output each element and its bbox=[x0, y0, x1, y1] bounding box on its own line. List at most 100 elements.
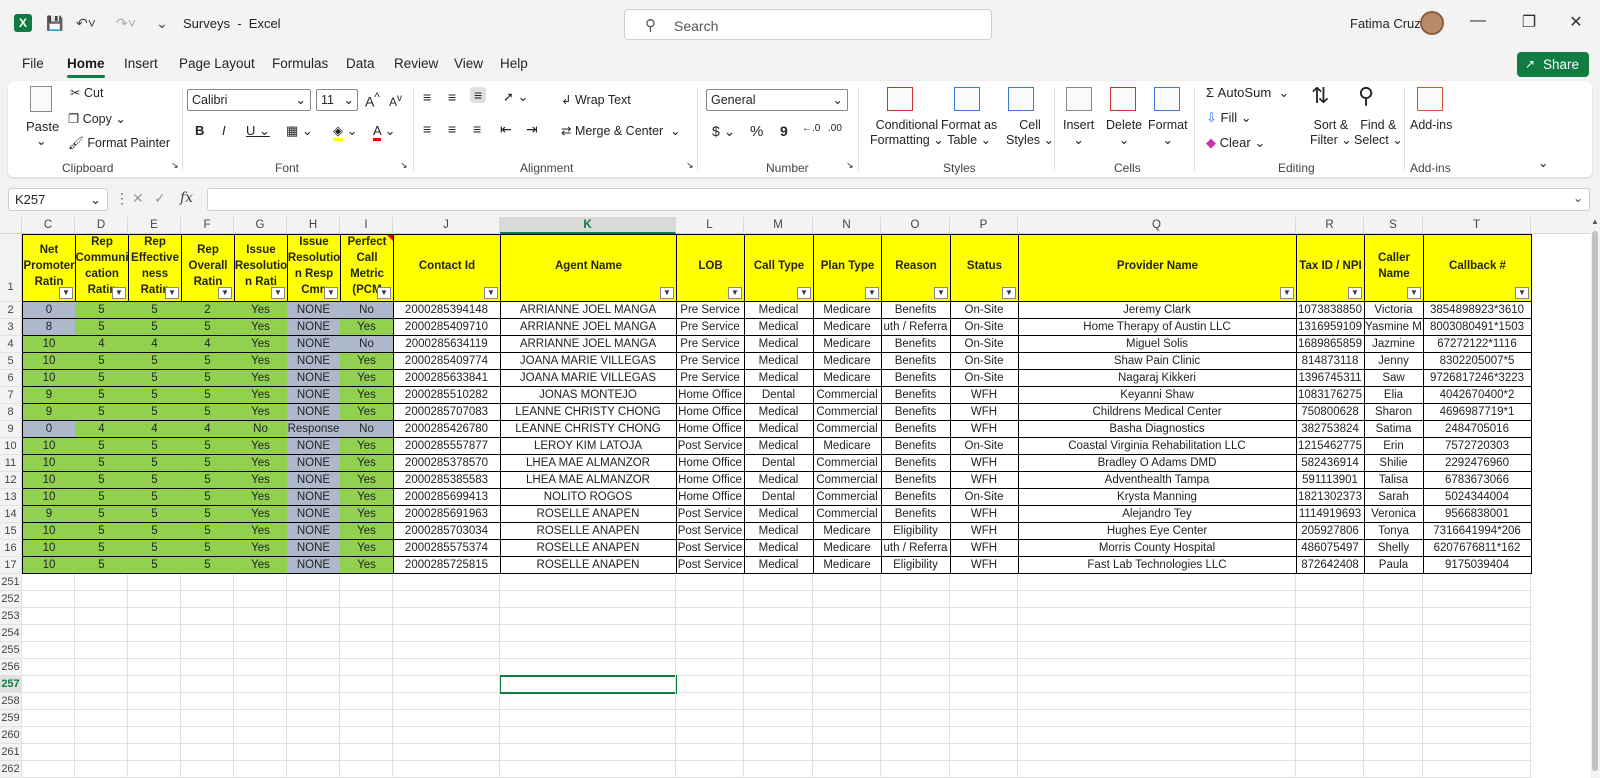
decrease-font-icon[interactable]: Av bbox=[389, 93, 402, 109]
table-cell[interactable]: 1396745311 bbox=[1296, 370, 1365, 387]
table-cell[interactable]: 10 bbox=[22, 540, 76, 557]
table-cell[interactable]: 5 bbox=[181, 319, 235, 336]
table-cell[interactable]: Home Office bbox=[676, 421, 745, 438]
table-cell[interactable]: 4 bbox=[128, 421, 182, 438]
table-cell[interactable]: 4042670400*2 bbox=[1423, 387, 1532, 404]
table-cell[interactable]: WFH bbox=[950, 404, 1019, 421]
row-header[interactable]: 1 bbox=[0, 234, 22, 302]
table-cell[interactable]: Paula bbox=[1364, 557, 1424, 574]
table-cell[interactable]: Yes bbox=[340, 472, 394, 489]
number-format-select[interactable]: General ⌄ bbox=[706, 89, 848, 111]
table-cell[interactable]: 2000285725815 bbox=[393, 557, 501, 574]
table-cell[interactable]: Yes bbox=[340, 387, 394, 404]
filter-dropdown-icon[interactable]: ▼ bbox=[1002, 287, 1016, 299]
table-cell[interactable]: NONE bbox=[287, 353, 341, 370]
table-cell[interactable]: Home Office bbox=[676, 404, 745, 421]
table-cell[interactable]: 2000285703034 bbox=[393, 523, 501, 540]
table-cell[interactable]: Medicare bbox=[813, 557, 882, 574]
table-cell[interactable]: 10 bbox=[22, 438, 76, 455]
row-header[interactable]: 253 bbox=[0, 608, 22, 625]
empty-row[interactable] bbox=[22, 693, 1532, 710]
table-cell[interactable]: Tonya bbox=[1364, 523, 1424, 540]
increase-font-icon[interactable]: A^ bbox=[365, 91, 380, 110]
autosum-button[interactable]: Σ AutoSum ⌄ bbox=[1206, 85, 1289, 101]
row-header[interactable]: 17 bbox=[0, 557, 22, 574]
table-cell[interactable]: Home Office bbox=[676, 472, 745, 489]
undo-icon[interactable]: ↶˅ bbox=[76, 13, 96, 33]
table-cell[interactable]: 0 bbox=[22, 302, 76, 319]
table-cell[interactable]: 5 bbox=[75, 489, 129, 506]
table-cell[interactable]: No bbox=[234, 421, 288, 438]
table-cell[interactable]: 3854898923*3610 bbox=[1423, 302, 1532, 319]
table-cell[interactable]: LHEA MAE ALMANZOR bbox=[500, 472, 677, 489]
table-cell[interactable]: 382753824 bbox=[1296, 421, 1365, 438]
table-cell[interactable]: Yes bbox=[234, 319, 288, 336]
column-header-d[interactable]: D bbox=[75, 217, 128, 234]
table-cell[interactable]: Yes bbox=[234, 438, 288, 455]
table-cell[interactable]: Benefits bbox=[881, 506, 951, 523]
filter-dropdown-icon[interactable]: ▼ bbox=[377, 287, 391, 299]
table-cell[interactable]: 9566838001 bbox=[1423, 506, 1532, 523]
column-header-e[interactable]: E bbox=[128, 217, 181, 234]
table-cell[interactable]: Medicare bbox=[813, 370, 882, 387]
table-cell[interactable]: Hughes Eye Center bbox=[1018, 523, 1297, 540]
table-cell[interactable]: 5 bbox=[181, 438, 235, 455]
table-cell[interactable]: On-Site bbox=[950, 319, 1019, 336]
table-cell[interactable]: Fast Lab Technologies LLC bbox=[1018, 557, 1297, 574]
table-cell[interactable]: Medical bbox=[744, 557, 814, 574]
paste-button[interactable]: Paste bbox=[26, 119, 59, 134]
table-cell[interactable]: Jenny bbox=[1364, 353, 1424, 370]
table-cell[interactable]: On-Site bbox=[950, 489, 1019, 506]
fill-color-icon[interactable]: ◈ ⌄ bbox=[333, 123, 358, 141]
table-cell[interactable]: 2484705016 bbox=[1423, 421, 1532, 438]
table-cell[interactable]: 9726817246*3223 bbox=[1423, 370, 1532, 387]
table-cell[interactable]: No bbox=[340, 421, 394, 438]
fill-button[interactable]: ⇩ Fill ⌄ bbox=[1206, 110, 1252, 126]
table-cell[interactable]: NONE bbox=[287, 387, 341, 404]
delete-cells-button[interactable]: Delete ⌄ bbox=[1106, 118, 1142, 148]
table-cell[interactable]: 2000285633841 bbox=[393, 370, 501, 387]
table-cell[interactable]: 1689865859 bbox=[1296, 336, 1365, 353]
table-cell[interactable]: 10 bbox=[22, 455, 76, 472]
alignment-launcher-icon[interactable]: ↘ bbox=[686, 160, 694, 171]
table-cell[interactable]: Commercial bbox=[813, 387, 882, 404]
table-cell[interactable]: 6783673066 bbox=[1423, 472, 1532, 489]
table-cell[interactable]: NONE bbox=[287, 523, 341, 540]
table-cell[interactable]: 5 bbox=[75, 370, 129, 387]
column-header-o[interactable]: O bbox=[881, 217, 950, 234]
empty-row[interactable] bbox=[22, 608, 1532, 625]
tab-home[interactable]: Home bbox=[67, 56, 105, 78]
close-icon[interactable]: ✕ bbox=[1564, 12, 1588, 32]
table-cell[interactable]: 5024344004 bbox=[1423, 489, 1532, 506]
insert-cells-button[interactable]: Insert ⌄ bbox=[1063, 118, 1094, 148]
table-cell[interactable]: ROSELLE ANAPEN bbox=[500, 523, 677, 540]
filter-dropdown-icon[interactable]: ▼ bbox=[728, 287, 742, 299]
filter-dropdown-icon[interactable]: ▼ bbox=[660, 287, 674, 299]
table-cell[interactable]: Yes bbox=[234, 540, 288, 557]
add-ins-button[interactable]: Add-ins bbox=[1410, 118, 1452, 132]
table-cell[interactable]: 2000285394148 bbox=[393, 302, 501, 319]
table-cell[interactable]: Medical bbox=[744, 438, 814, 455]
table-cell[interactable]: WFH bbox=[950, 387, 1019, 404]
column-header-j[interactable]: J bbox=[393, 217, 500, 234]
table-cell[interactable]: NONE bbox=[287, 438, 341, 455]
table-cell[interactable]: On-Site bbox=[950, 302, 1019, 319]
row-header[interactable]: 252 bbox=[0, 591, 22, 608]
table-cell[interactable]: 872642408 bbox=[1296, 557, 1365, 574]
row-header[interactable]: 8 bbox=[0, 404, 22, 421]
table-cell[interactable]: 7572720303 bbox=[1423, 438, 1532, 455]
cut-button[interactable]: ✂ Cut bbox=[70, 85, 103, 100]
column-header-l[interactable]: L bbox=[676, 217, 744, 234]
table-cell[interactable]: 2000285634119 bbox=[393, 336, 501, 353]
table-cell[interactable]: 0 bbox=[22, 421, 76, 438]
table-cell[interactable]: WFH bbox=[950, 455, 1019, 472]
table-cell[interactable]: 5 bbox=[181, 387, 235, 404]
collapse-ribbon-icon[interactable]: ⌄ bbox=[1538, 155, 1548, 170]
row-header[interactable]: 15 bbox=[0, 523, 22, 540]
table-cell[interactable]: 1073838850 bbox=[1296, 302, 1365, 319]
name-box[interactable]: K257 ⌄ bbox=[8, 188, 108, 211]
filter-dropdown-icon[interactable]: ▼ bbox=[324, 287, 338, 299]
table-cell[interactable]: Medical bbox=[744, 370, 814, 387]
table-cell[interactable]: Veronica bbox=[1364, 506, 1424, 523]
format-as-table-button[interactable]: Format as Table ⌄ bbox=[941, 118, 997, 148]
